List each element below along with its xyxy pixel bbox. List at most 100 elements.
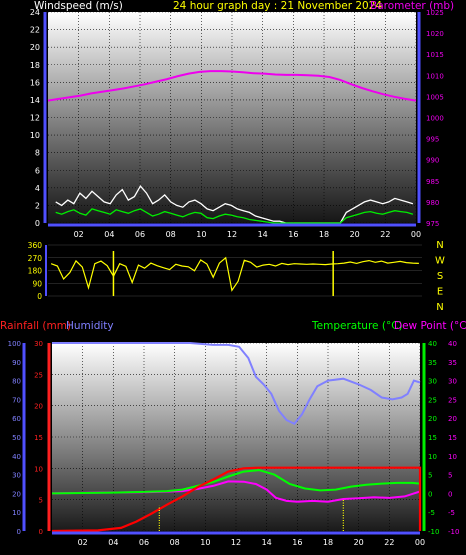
ytick-label-humidity: 20 (12, 490, 21, 498)
ytick-label-rain: 30 (34, 340, 43, 348)
ytick-label-humidity: 40 (12, 453, 21, 461)
ytick-label-humidity: 60 (12, 415, 21, 423)
xtick-label: 04 (104, 230, 114, 239)
xtick-label: 12 (231, 538, 241, 547)
xtick-label: 14 (258, 230, 268, 239)
xtick-label: 00 (415, 538, 425, 547)
xtick-label: 06 (139, 538, 149, 547)
xtick-label: 14 (262, 538, 272, 547)
xtick-label: 10 (200, 538, 210, 547)
chart-canvas: 0246810121416182022249759809859909951000… (8, 8, 460, 547)
ytick-label-temp: 35 (428, 359, 437, 367)
xtick-label: 22 (384, 538, 394, 547)
ytick-label-wind: 22 (30, 26, 40, 35)
ytick-label-dew: 30 (448, 378, 457, 386)
ytick-label-dew: 35 (448, 359, 457, 367)
ytick-label-temp: 20 (428, 415, 437, 423)
compass-label: S (437, 271, 443, 282)
xtick-label: 16 (292, 538, 302, 547)
xtick-label: 10 (196, 230, 206, 239)
ytick-label-rain: 5 (39, 497, 43, 505)
ytick-label-temp: -5 (428, 509, 435, 517)
ytick-label-dir: 90 (32, 279, 42, 288)
ytick-label-dew: 15 (448, 434, 457, 442)
ytick-label-temp: 25 (428, 396, 437, 404)
barometer-label: Barometer (mb) (370, 0, 455, 12)
ytick-label-baro: 1000 (426, 115, 444, 123)
ytick-label-baro: 980 (426, 199, 439, 207)
compass-label: E (437, 287, 443, 298)
ytick-label-humidity: 50 (12, 434, 21, 442)
xtick-label: 20 (354, 538, 364, 547)
xtick-label: 08 (166, 230, 176, 239)
ytick-label-baro: 990 (426, 157, 439, 165)
ytick-label-temp: -10 (428, 528, 439, 536)
ytick-label-wind: 10 (30, 131, 40, 140)
ytick-label-humidity: 90 (12, 359, 21, 367)
xtick-label: 18 (319, 230, 329, 239)
ytick-label-temp: 30 (428, 378, 437, 386)
ytick-label-wind: 4 (35, 184, 40, 193)
ytick-label-rain: 15 (34, 434, 43, 442)
ytick-label-dew: 5 (448, 472, 452, 480)
compass-label: W (435, 256, 445, 267)
ytick-label-rain: 20 (34, 403, 43, 411)
ytick-label-dir: 270 (28, 254, 43, 263)
ytick-label-temp: 5 (428, 472, 432, 480)
ytick-label-dew: -10 (448, 528, 459, 536)
ytick-label-dir: 180 (28, 267, 43, 276)
ytick-label-rain: 10 (34, 465, 43, 473)
humidity-label: Humidity (66, 320, 114, 332)
ytick-label-wind: 16 (30, 78, 40, 87)
xtick-label: 08 (170, 538, 180, 547)
weather-graph: 0 2 4 6 8 10 12 14 16 18 20 22 24 975 980 985 990 995 1000… (0, 0, 466, 555)
ytick-label-baro: 995 (426, 136, 439, 144)
ytick-label-wind: 6 (35, 166, 40, 175)
chart-title: 24 hour graph day : 21 November 2024 (173, 0, 383, 12)
ytick-label-baro: 1005 (426, 93, 444, 101)
windspeed-label: Windspeed (m/s) (34, 0, 123, 12)
ytick-label-baro: 985 (426, 178, 439, 186)
ytick-label-wind: 14 (30, 96, 40, 105)
ytick-label-dew: 0 (448, 490, 452, 498)
ytick-label-humidity: 30 (12, 472, 21, 480)
ytick-label-dew: 10 (448, 453, 457, 461)
ytick-label-dir: 360 (28, 241, 43, 250)
xtick-label: 02 (74, 230, 84, 239)
xtick-label: 06 (135, 230, 145, 239)
ytick-label-baro: 1015 (426, 51, 444, 59)
ytick-label-humidity: 100 (8, 340, 21, 348)
ytick-label-humidity: 70 (12, 396, 21, 404)
compass-label: N (436, 240, 443, 251)
xtick-label: 00 (411, 230, 421, 239)
ytick-label-baro: 1010 (426, 72, 444, 80)
ytick-label-wind: 18 (30, 61, 40, 70)
ytick-label-temp: 15 (428, 434, 437, 442)
ytick-label-temp: 40 (428, 340, 437, 348)
ytick-label-dew: 25 (448, 396, 457, 404)
rainfall-label: Rainfall (mm) (0, 320, 72, 332)
ytick-label-wind: 12 (30, 114, 40, 123)
ytick-label-humidity: 80 (12, 378, 21, 386)
xtick-label: 18 (323, 538, 333, 547)
ytick-label-wind: 2 (35, 201, 40, 210)
compass-label: N (436, 302, 443, 313)
ytick-label-baro: 975 (426, 220, 439, 228)
xtick-label: 02 (78, 538, 88, 547)
dewpoint-label: Dew Point (°C) (394, 320, 466, 332)
ytick-label-temp: 10 (428, 453, 437, 461)
temperature-label: Temperature (°C) (312, 320, 403, 332)
ytick-label-dew: -5 (448, 509, 455, 517)
ytick-label-temp: 0 (428, 490, 432, 498)
ytick-label-humidity: 10 (12, 509, 21, 517)
ytick-label-dew: 40 (448, 340, 457, 348)
ytick-label-wind: 20 (30, 43, 40, 52)
ytick-label-dew: 20 (448, 415, 457, 423)
ytick-label-wind: 8 (35, 149, 40, 158)
ytick-label-humidity: 0 (17, 528, 21, 536)
ytick-label-wind: 0 (35, 219, 40, 228)
xtick-label: 12 (227, 230, 237, 239)
xtick-label: 22 (380, 230, 390, 239)
ytick-label-rain: 0 (39, 528, 43, 536)
xtick-label: 20 (350, 230, 360, 239)
